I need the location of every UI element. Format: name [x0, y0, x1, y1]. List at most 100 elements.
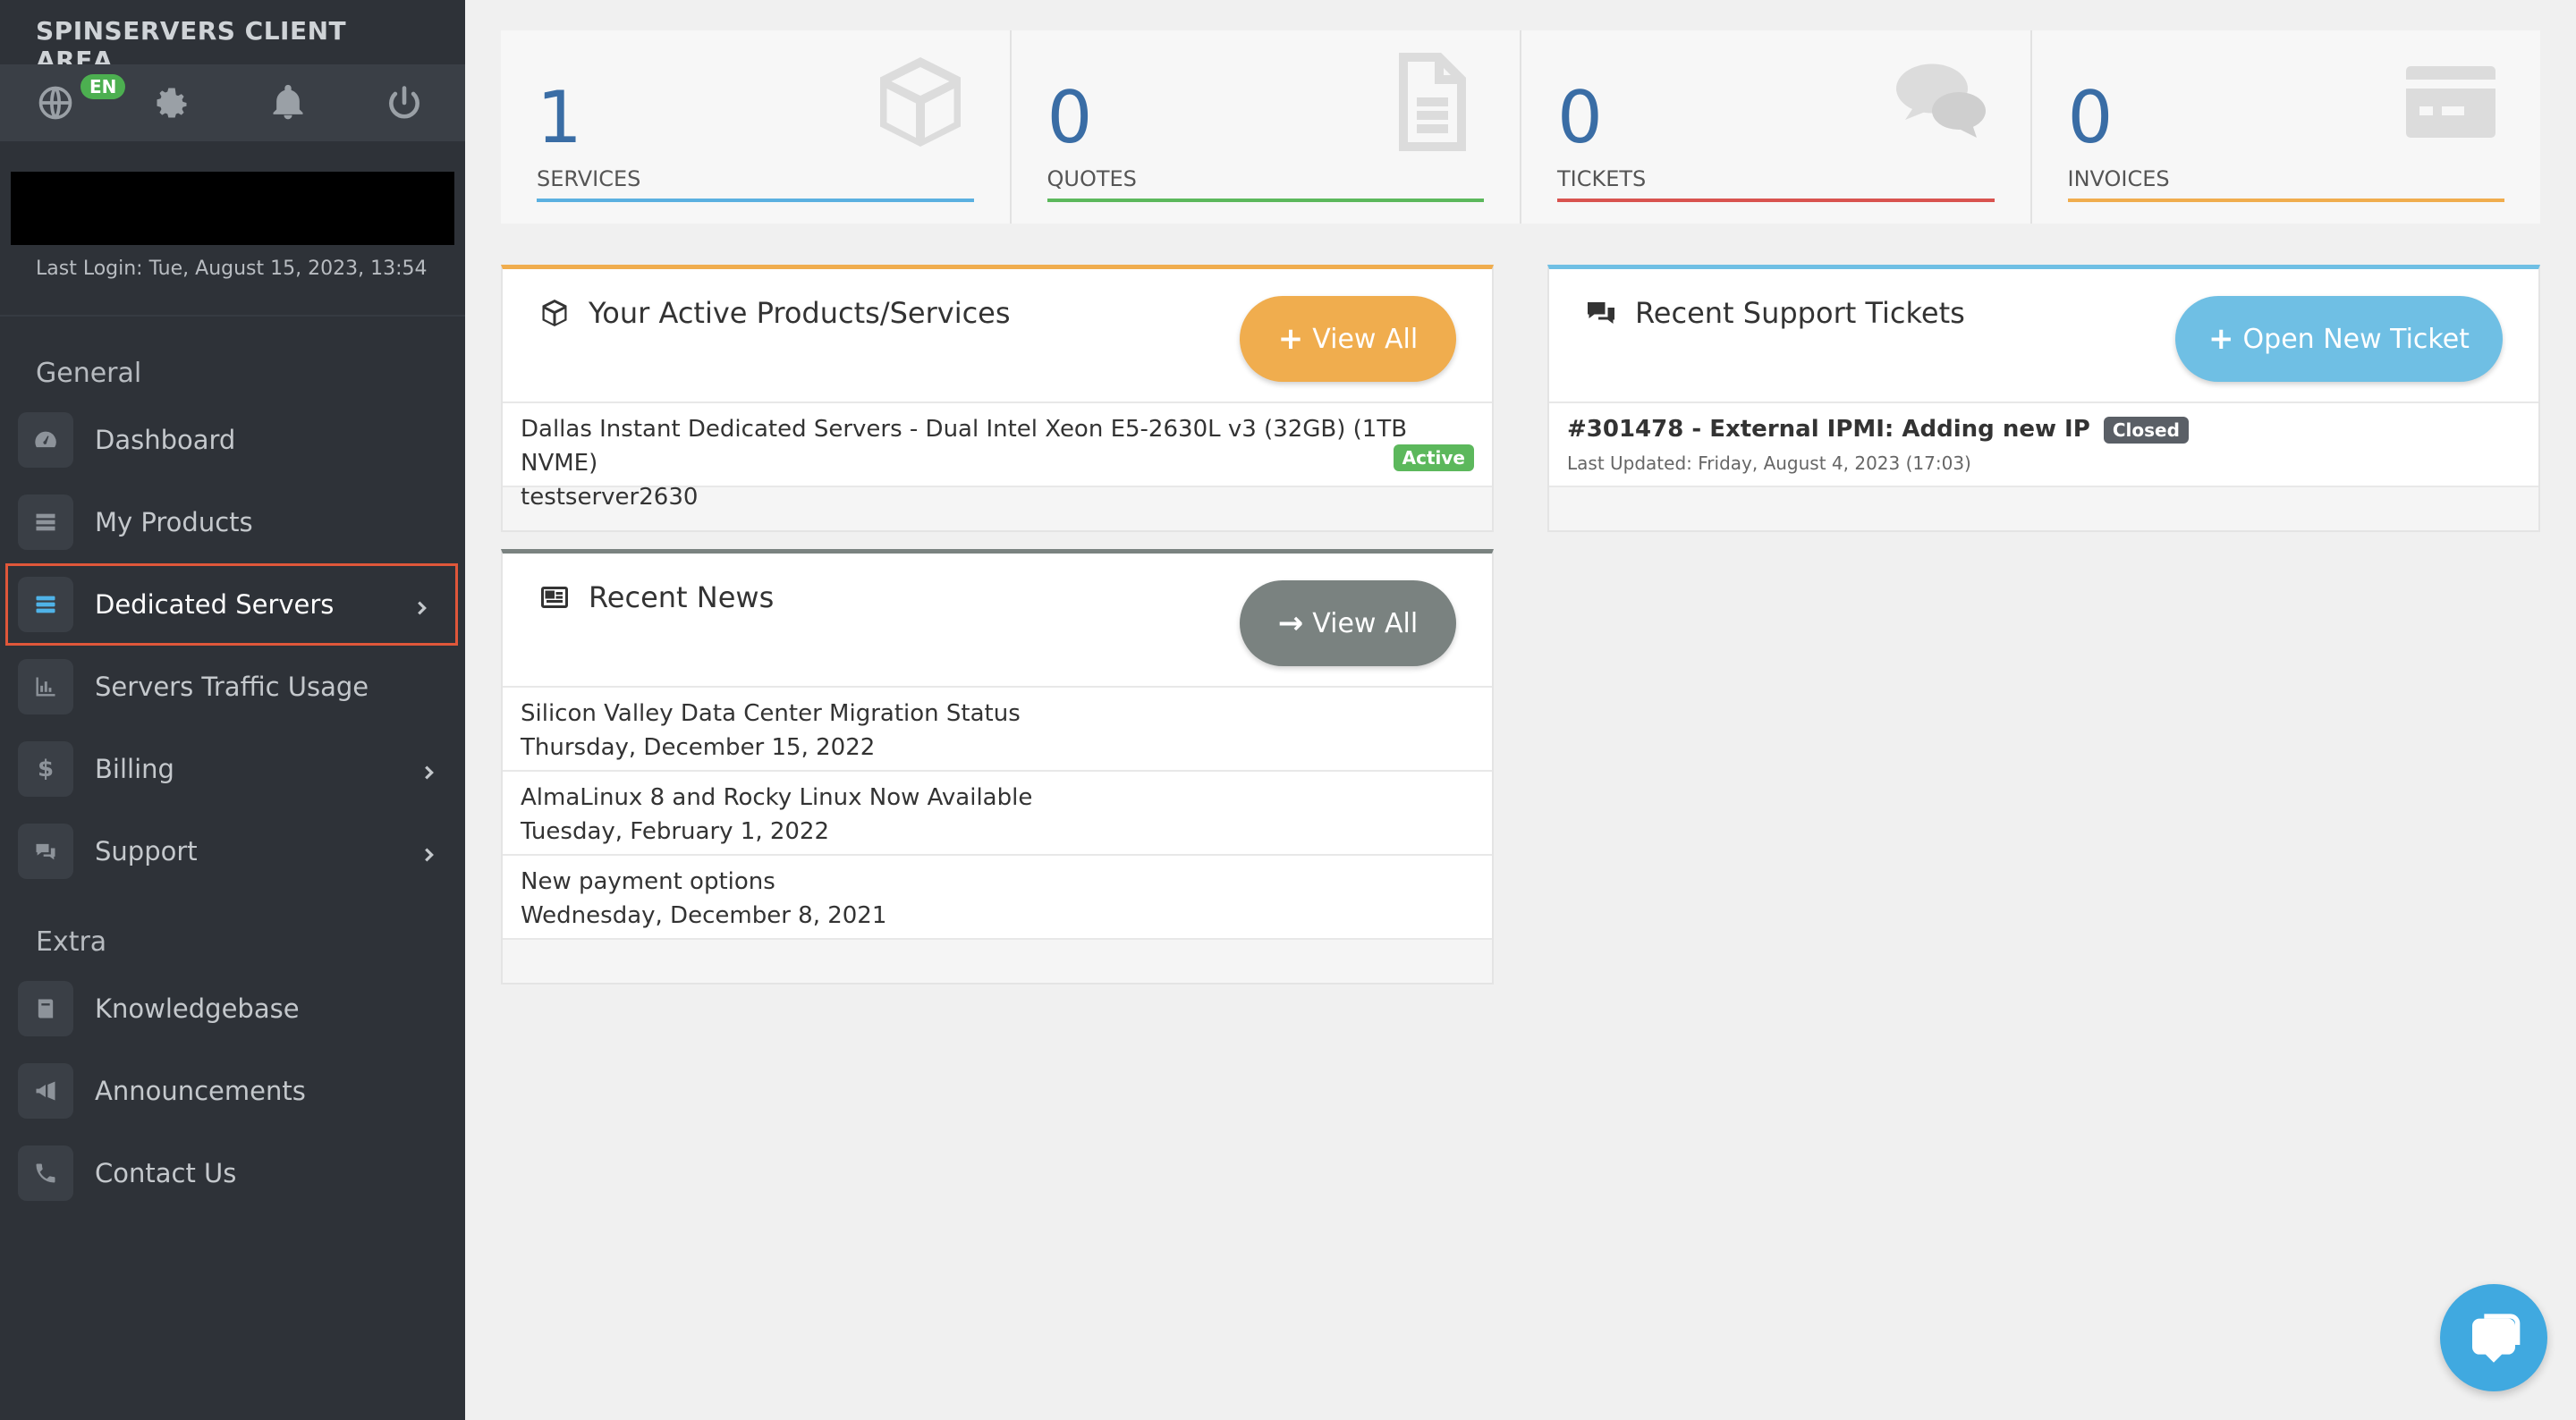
products-view-all-button[interactable]: + View All [1240, 296, 1456, 382]
stat-underline [1046, 199, 1484, 202]
products-panel: Your Active Products/Services + View All… [501, 265, 1494, 532]
servers-icon [18, 577, 73, 632]
stat-label: INVOICES [2067, 166, 2170, 191]
stat-quotes[interactable]: 0 QUOTES [1012, 30, 1521, 224]
sidebar: SPINSERVERS CLIENT AREA EN Last Login: T… [0, 0, 465, 1420]
chevron-right-icon [411, 594, 431, 615]
bell-icon[interactable] [268, 83, 308, 123]
plus-icon: + [1277, 321, 1304, 357]
news-panel: Recent News → View All Silicon Valley Da… [501, 549, 1494, 985]
panel-title-text: Your Active Products/Services [589, 296, 1011, 330]
chat-bubble-icon [2472, 1314, 2521, 1363]
stat-label: QUOTES [1046, 166, 1137, 191]
cube-icon [867, 48, 974, 156]
button-label: Open New Ticket [2242, 323, 2470, 355]
ticket-subject-line: #301478 - External IPMI: Adding new IP C… [1567, 412, 2521, 446]
stat-label: TICKETS [1557, 166, 1647, 191]
status-badge: Closed [2103, 416, 2189, 444]
news-title: Silicon Valley Data Center Migration Sta… [521, 700, 1021, 727]
stat-tickets[interactable]: 0 TICKETS [1521, 30, 2032, 224]
cube-icon [542, 300, 567, 326]
stat-invoices[interactable]: 0 INVOICES [2032, 30, 2541, 224]
credit-card-icon [2397, 48, 2504, 156]
tickets-panel: Recent Support Tickets + Open New Ticket… [1547, 265, 2540, 532]
sidebar-item-label: Knowledgebase [95, 993, 300, 1024]
news-view-all-button[interactable]: → View All [1240, 580, 1456, 666]
brand-title: SPINSERVERS CLIENT AREA [36, 16, 347, 75]
stat-services[interactable]: 1 SERVICES [501, 30, 1012, 224]
list-item[interactable]: Dallas Instant Dedicated Servers - Dual … [503, 403, 1492, 511]
products-icon [18, 494, 73, 550]
comments-icon [1887, 48, 1995, 156]
sidebar-item-support[interactable]: Support [0, 810, 465, 892]
panel-title: Your Active Products/Services [538, 296, 1011, 330]
ticket-subject: #301478 - External IPMI: Adding new IP [1567, 416, 2090, 443]
chat-icon [18, 824, 73, 879]
list-item[interactable]: Silicon Valley Data Center Migration Sta… [503, 688, 1492, 772]
phone-icon [18, 1145, 73, 1201]
sidebar-item-announcements[interactable]: Announcements [0, 1050, 465, 1132]
sidebar-item-billing[interactable]: $ Billing [0, 728, 465, 810]
button-label: View All [1312, 607, 1419, 639]
button-label: View All [1312, 323, 1419, 355]
arrow-right-icon: → [1277, 605, 1304, 641]
chevron-right-icon [419, 841, 438, 862]
book-icon [18, 981, 73, 1036]
panel-title: Recent Support Tickets [1585, 296, 1965, 330]
list-item[interactable]: AlmaLinux 8 and Rocky Linux Now Availabl… [503, 772, 1492, 856]
panel-header: Recent Support Tickets + Open New Ticket [1549, 269, 2538, 403]
stat-underline [1557, 199, 1995, 202]
sidebar-item-label: Servers Traffic Usage [95, 672, 369, 702]
sidebar-item-my-products[interactable]: My Products [0, 481, 465, 563]
sidebar-item-label: Dedicated Servers [95, 589, 335, 620]
dashboard-icon [18, 412, 73, 468]
news-date: Wednesday, December 8, 2021 [521, 902, 887, 929]
last-login-text: Last Login: Tue, August 15, 2023, 13:54 [0, 245, 465, 317]
panel-title: Recent News [538, 580, 774, 614]
panel-footer [1549, 487, 2538, 530]
product-hostname: testserver2630 [521, 484, 699, 511]
list-item[interactable]: New payment options Wednesday, December … [503, 856, 1492, 940]
plus-icon: + [2208, 321, 2234, 357]
news-title: New payment options [521, 868, 775, 895]
news-date: Thursday, December 15, 2022 [521, 734, 876, 761]
sidebar-item-label: Contact Us [95, 1158, 237, 1188]
stat-underline [2067, 199, 2504, 202]
sidebar-item-dedicated-servers[interactable]: Dedicated Servers [5, 563, 458, 646]
language-badge[interactable]: EN [80, 74, 126, 99]
panel-title-text: Recent News [589, 580, 775, 614]
sidebar-item-contact-us[interactable]: Contact Us [0, 1132, 465, 1214]
status-badge: Active [1393, 444, 1474, 471]
open-new-ticket-button[interactable]: + Open New Ticket [2175, 296, 2503, 382]
product-name: Dallas Instant Dedicated Servers - Dual … [521, 416, 1408, 477]
section-general: General [36, 358, 142, 389]
power-icon[interactable] [385, 83, 424, 123]
gear-icon[interactable] [152, 83, 191, 123]
sidebar-item-traffic-usage[interactable]: Servers Traffic Usage [0, 646, 465, 728]
live-chat-button[interactable] [2440, 1284, 2547, 1391]
sidebar-item-label: Announcements [95, 1076, 306, 1106]
panel-footer [503, 940, 1492, 983]
sidebar-item-label: Billing [95, 754, 174, 784]
megaphone-icon [18, 1063, 73, 1119]
top-icon-bar: EN [0, 64, 465, 141]
globe-icon[interactable]: EN [36, 74, 126, 123]
sidebar-item-knowledgebase[interactable]: Knowledgebase [0, 968, 465, 1050]
user-info-redacted [11, 172, 454, 245]
dollar-icon: $ [18, 741, 73, 797]
chevron-right-icon [419, 758, 438, 780]
stat-label: SERVICES [537, 166, 641, 191]
panel-header: Recent News → View All [503, 554, 1492, 688]
document-icon [1377, 48, 1484, 156]
newspaper-icon [541, 587, 568, 608]
ticket-updated: Last Updated: Friday, August 4, 2023 (17… [1567, 452, 1971, 474]
sidebar-item-dashboard[interactable]: Dashboard [0, 399, 465, 481]
chart-icon [18, 659, 73, 714]
panel-title-text: Recent Support Tickets [1635, 296, 1965, 330]
stats-bar: 1 SERVICES 0 QUOTES 0 TICKETS 0 INVOICES [501, 30, 2540, 224]
news-title: AlmaLinux 8 and Rocky Linux Now Availabl… [521, 784, 1033, 811]
news-date: Tuesday, February 1, 2022 [521, 818, 830, 845]
list-item[interactable]: #301478 - External IPMI: Adding new IP C… [1549, 403, 2538, 487]
panel-header: Your Active Products/Services + View All [503, 269, 1492, 403]
comments-icon [1588, 302, 1614, 324]
